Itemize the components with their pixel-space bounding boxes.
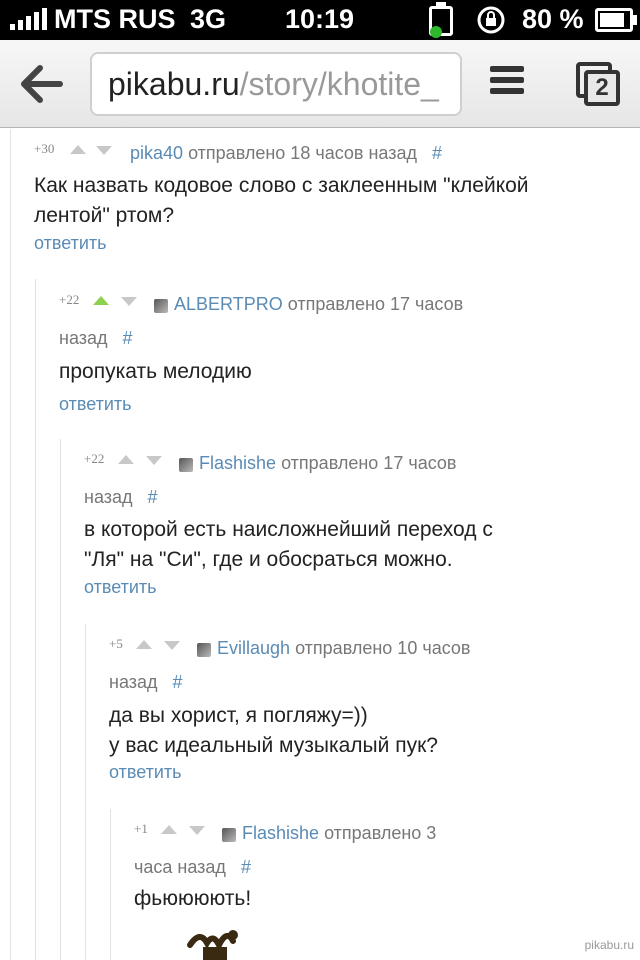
comment-time: отправлено 3 xyxy=(324,823,437,843)
downvote-icon[interactable] xyxy=(164,641,180,650)
comment-text-line: "Ля" на "Си", где и обосраться можно. xyxy=(84,548,453,571)
comment-text-line: у вас идеальный музыкалый пук? xyxy=(109,734,438,757)
comment-text-line: Как назвать кодовое слово с заклеенным "… xyxy=(34,174,529,197)
author-link[interactable]: Flashishe xyxy=(242,823,319,843)
avatar xyxy=(154,299,168,313)
comment-time-cont: часа назад xyxy=(134,857,226,877)
downvote-icon[interactable] xyxy=(189,826,205,835)
comment-2: +22 Flashishe отправлено 17 часов назад … xyxy=(84,451,634,601)
permalink[interactable]: # xyxy=(432,143,442,163)
signal-strength-icon xyxy=(10,8,48,30)
comment-time: отправлено 10 часов xyxy=(295,638,471,658)
comment-score: +22 xyxy=(59,292,80,307)
comment-3: +5 Evillaugh отправлено 10 часов назад #… xyxy=(109,636,634,786)
upvote-icon[interactable] xyxy=(136,640,152,649)
watermark: pikabu.ru xyxy=(584,938,634,952)
comment-time: отправлено 17 часов xyxy=(281,453,457,473)
comment-score: +22 xyxy=(84,451,105,466)
avatar xyxy=(222,828,236,842)
author-link[interactable]: pika40 xyxy=(130,143,183,163)
author-link[interactable]: Evillaugh xyxy=(217,638,290,658)
reply-link[interactable]: ответить xyxy=(84,577,157,598)
comment-time-cont: назад xyxy=(109,672,158,692)
menu-icon[interactable] xyxy=(490,66,524,98)
tabs-count: 2 xyxy=(584,70,620,106)
url-path: /story/khotite_ xyxy=(239,66,439,102)
address-bar[interactable]: pikabu.ru/story/khotite_ xyxy=(90,52,462,116)
comment-text-line: в которой есть наисложнейший переход с xyxy=(84,518,493,541)
tabs-button[interactable]: 2 xyxy=(576,62,620,106)
permalink[interactable]: # xyxy=(148,487,158,507)
downvote-icon[interactable] xyxy=(96,146,112,155)
reply-link[interactable]: ответить xyxy=(34,233,107,254)
battery-icon xyxy=(595,8,633,32)
avatar xyxy=(197,643,211,657)
network-type: 3G xyxy=(190,4,227,34)
upvote-icon[interactable] xyxy=(118,455,134,464)
back-arrow-icon[interactable] xyxy=(18,62,64,106)
upvote-icon[interactable] xyxy=(161,825,177,834)
comment-score: +30 xyxy=(34,141,55,156)
comment-score: +1 xyxy=(134,821,148,836)
url-host: pikabu.ru xyxy=(108,66,240,102)
comment-text-line: фьюююють! xyxy=(134,887,252,910)
comment-text-line: да вы хорист, я погляжу=)) xyxy=(109,704,368,727)
upvote-icon[interactable] xyxy=(93,296,109,305)
carrier-name: MTS RUS xyxy=(54,4,176,34)
author-link[interactable]: ALBERTPRO xyxy=(174,294,283,314)
avatar xyxy=(179,458,193,472)
comment-image xyxy=(187,930,238,960)
comment-text-line: пропукать мелодию xyxy=(59,360,252,383)
comment-time-cont: назад xyxy=(84,487,133,507)
reply-link[interactable]: ответить xyxy=(59,394,132,415)
comment-time: отправлено 18 часов назад xyxy=(188,143,418,163)
comment-0: +30 pika40 отправлено 18 часов назад # К… xyxy=(34,141,634,261)
upvote-icon[interactable] xyxy=(70,145,86,154)
status-bar: MTS RUS 3G 10:19 80 % xyxy=(0,0,640,40)
browser-toolbar: pikabu.ru/story/khotite_ 2 xyxy=(0,40,640,128)
battery-percent: 80 % xyxy=(522,4,584,34)
comments-area: +30 pika40 отправлено 18 часов назад # К… xyxy=(0,129,640,960)
downvote-icon[interactable] xyxy=(121,297,137,306)
downvote-icon[interactable] xyxy=(146,456,162,465)
comment-1: +22 ALBERTPRO отправлено 17 часов назад … xyxy=(59,292,634,422)
comment-score: +5 xyxy=(109,636,123,651)
author-link[interactable]: Flashishe xyxy=(199,453,276,473)
permalink[interactable]: # xyxy=(173,672,183,692)
comment-text-line: лентой" ртом? xyxy=(34,204,175,227)
permalink[interactable]: # xyxy=(241,857,251,877)
comment-time: отправлено 17 часов xyxy=(287,294,464,314)
rotation-lock-icon xyxy=(477,6,505,34)
reply-link[interactable]: ответить xyxy=(109,762,182,783)
comment-time-cont: назад xyxy=(59,328,108,348)
permalink[interactable]: # xyxy=(123,328,133,348)
status-time: 10:19 xyxy=(285,4,355,34)
